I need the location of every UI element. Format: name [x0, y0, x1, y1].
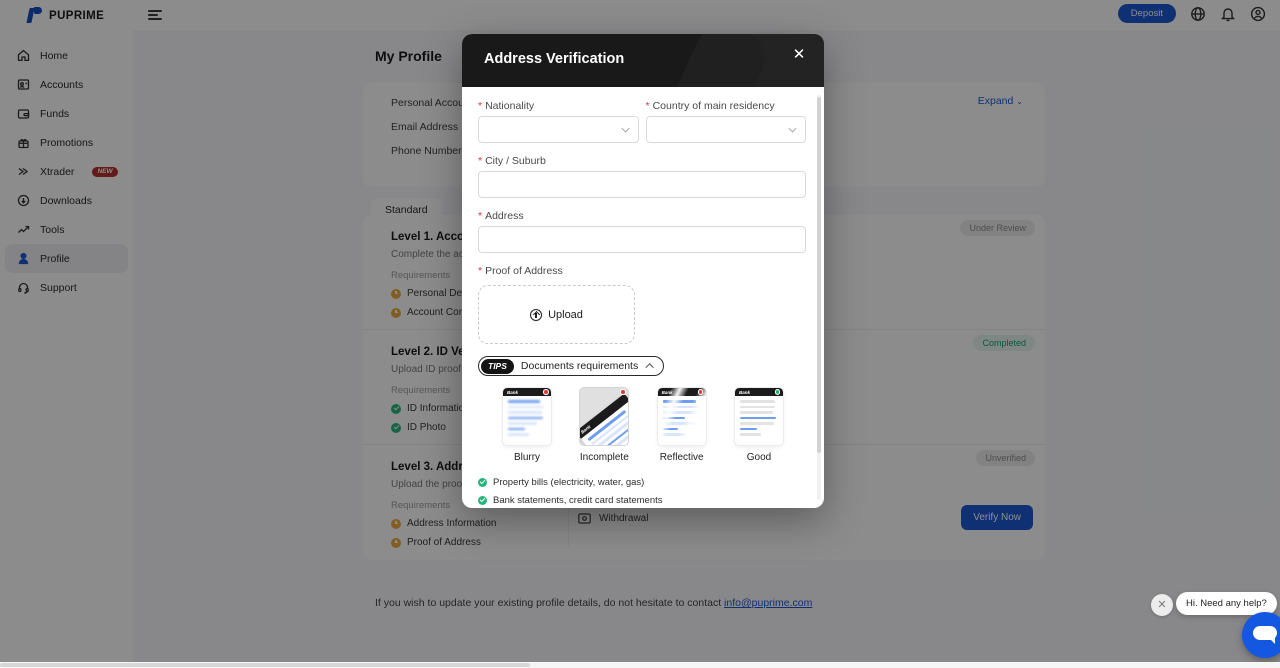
chevron-down-icon — [621, 125, 629, 133]
chat-close-icon[interactable]: ✕ — [1151, 594, 1173, 616]
chat-launcher-button[interactable] — [1242, 612, 1280, 658]
upload-icon — [530, 309, 542, 321]
tips-pill: TIPS — [481, 359, 514, 374]
doc-example-blurry: Bank Blurry — [494, 388, 560, 463]
address-input[interactable] — [479, 227, 805, 252]
check-icon — [478, 478, 487, 487]
modal-scrollbar[interactable] — [817, 95, 821, 500]
rejected-dot-icon — [543, 389, 549, 395]
chat-widget: ✕ Hi. Need any help? — [1160, 580, 1280, 650]
nationality-label: *Nationality — [478, 100, 639, 112]
doc-example-reflective: Bank Reflective — [649, 388, 715, 463]
check-icon — [478, 496, 487, 505]
modal-title: Address Verification — [484, 51, 624, 67]
scrollbar-thumb[interactable] — [0, 663, 530, 667]
address-label: *Address — [478, 210, 806, 222]
chevron-up-icon — [646, 363, 654, 371]
city-label: *City / Suburb — [478, 155, 806, 167]
list-item: Bank statements, credit card statements — [478, 495, 806, 507]
rejected-dot-icon — [698, 389, 704, 395]
doc-example-incomplete: Bank Incomplete — [571, 388, 637, 463]
address-verification-modal: Address Verification ✕ *Nationality *Cou… — [462, 34, 824, 508]
country-select[interactable] — [646, 116, 807, 143]
list-item: Property bills (electricity, water, gas) — [478, 477, 806, 489]
document-examples: Bank Blurry Bank — [478, 376, 806, 463]
chat-bubble-icon — [1253, 626, 1277, 640]
modal-body: *Nationality *Country of main residency … — [462, 87, 824, 508]
doc-example-good: Bank Good — [726, 388, 792, 463]
city-input[interactable] — [479, 172, 805, 197]
close-icon[interactable]: ✕ — [789, 45, 809, 65]
proof-of-address-label: *Proof of Address — [478, 265, 806, 277]
upload-dropzone[interactable]: Upload — [478, 285, 635, 344]
documents-requirements-toggle[interactable]: TIPS Documents requirements — [478, 356, 664, 376]
chevron-down-icon — [789, 125, 797, 133]
horizontal-scrollbar[interactable] — [0, 662, 1280, 668]
requirements-list: Property bills (electricity, water, gas)… — [478, 477, 806, 508]
country-label: *Country of main residency — [646, 100, 807, 112]
nationality-select[interactable] — [478, 116, 639, 143]
rejected-dot-icon — [620, 389, 626, 395]
address-input-wrap — [478, 226, 806, 253]
city-input-wrap — [478, 171, 806, 198]
modal-header: Address Verification ✕ — [462, 34, 824, 87]
